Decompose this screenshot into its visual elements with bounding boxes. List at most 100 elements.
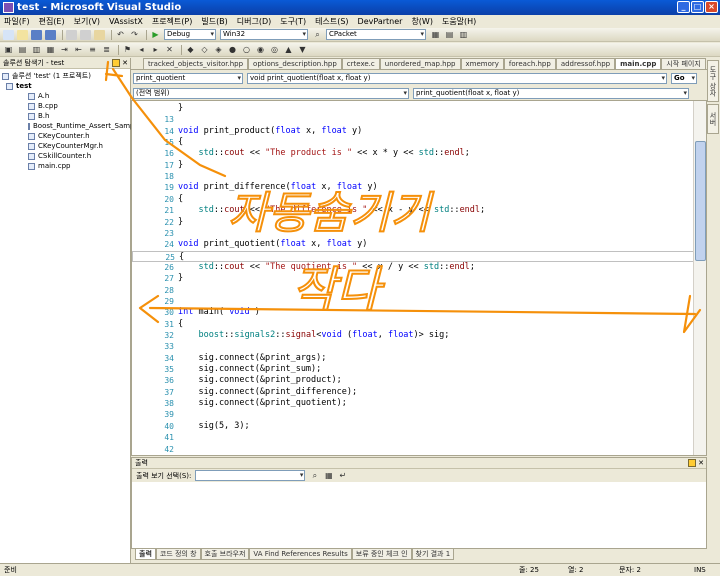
va-icon-1[interactable]: ◆ xyxy=(185,45,196,55)
maximize-button[interactable]: □ xyxy=(691,1,704,13)
save-all-icon[interactable] xyxy=(45,29,56,40)
scrollbar-thumb[interactable] xyxy=(695,141,706,261)
doc-tab[interactable]: xmemory xyxy=(460,58,504,69)
output-wrap-icon[interactable]: ↵ xyxy=(337,471,348,481)
output-pin-icon[interactable] xyxy=(688,459,697,467)
bottom-tab-find-references[interactable]: VA Find References Results xyxy=(249,549,352,560)
code-line[interactable]: 24 void print_quotient(float x, float y) xyxy=(132,239,694,250)
code-line[interactable]: 23 xyxy=(132,228,694,239)
scope-member-combo[interactable]: print_quotient(float x, float y) xyxy=(413,87,689,99)
tree-item-file[interactable]: Boost_Runtime_Assert_Sample xyxy=(0,121,141,131)
tree-item-file[interactable]: A.h xyxy=(0,91,130,101)
tree-item-file[interactable]: B.cpp xyxy=(0,101,130,111)
menu-project[interactable]: 프로젝트(P) xyxy=(152,16,193,27)
doc-tab[interactable]: 시작 페이지 xyxy=(661,58,706,69)
menu-window[interactable]: 창(W) xyxy=(411,16,433,27)
menu-view[interactable]: 보기(V) xyxy=(74,16,100,27)
code-text[interactable]: void print_product(float x, float y) xyxy=(178,126,362,137)
code-text[interactable]: sig.connect(&print_sum); xyxy=(178,364,321,375)
find-combo[interactable]: CPacket xyxy=(326,29,426,40)
open-file-icon[interactable] xyxy=(17,29,28,40)
menu-debug[interactable]: 디버그(D) xyxy=(237,16,271,27)
toolbar-icon-1[interactable]: ▣ xyxy=(3,45,14,55)
code-text[interactable]: { xyxy=(178,137,183,148)
code-text[interactable]: std::cout << "The product is " << x * y … xyxy=(178,148,469,159)
menu-build[interactable]: 빌드(B) xyxy=(201,16,227,27)
code-line[interactable]: 37 sig.connect(&print_difference); xyxy=(132,387,694,398)
code-line[interactable]: 22} xyxy=(132,217,694,228)
minimize-button[interactable]: _ xyxy=(677,1,690,13)
member-combo[interactable]: print_quotient xyxy=(133,72,243,84)
redo-icon[interactable]: ↷ xyxy=(129,30,140,40)
go-button[interactable]: Go xyxy=(671,72,697,84)
auto-hide-pin-icon[interactable] xyxy=(112,59,121,67)
menu-devpartner[interactable]: DevPartner xyxy=(358,17,403,26)
output-source-combo[interactable] xyxy=(195,470,306,481)
bottom-tab-pending-checkins[interactable]: 보류 중인 체크 인 xyxy=(351,549,412,560)
code-text[interactable]: sig.connect(&print_difference); xyxy=(178,387,357,398)
paste-icon[interactable] xyxy=(94,29,105,40)
toolbar-icon-4[interactable]: ▦ xyxy=(45,45,56,55)
find-in-files-icon[interactable]: ⌕ xyxy=(312,30,323,40)
code-text[interactable]: { xyxy=(179,252,184,263)
code-line[interactable]: 39 xyxy=(132,409,694,420)
va-icon-9[interactable]: ▼ xyxy=(297,45,308,55)
code-line[interactable]: 28 xyxy=(132,285,694,296)
prev-bookmark-icon[interactable]: ◂ xyxy=(136,45,147,55)
tree-item-file[interactable]: main.cpp xyxy=(0,161,130,171)
menu-test[interactable]: 테스트(S) xyxy=(315,16,348,27)
code-line[interactable]: 38 sig.connect(&print_quotient); xyxy=(132,398,694,409)
code-line[interactable]: 32 boost::signals2::signal<void (float, … xyxy=(132,330,694,341)
code-text[interactable]: boost::signals2::signal<void (float, flo… xyxy=(178,330,449,341)
code-line[interactable]: 29 xyxy=(132,296,694,307)
code-text[interactable]: std::cout << "The quotient is " << x / y… xyxy=(178,262,474,273)
menu-help[interactable]: 도움말(H) xyxy=(442,16,476,27)
code-line[interactable]: 25 { xyxy=(132,250,694,263)
code-text[interactable]: } xyxy=(178,273,183,284)
va-icon-2[interactable]: ◇ xyxy=(199,45,210,55)
start-debug-icon[interactable]: ▶ xyxy=(150,30,161,40)
code-line[interactable]: } xyxy=(132,103,694,114)
doc-tab[interactable]: options_description.hpp xyxy=(248,58,342,69)
va-icon-6[interactable]: ◉ xyxy=(255,45,266,55)
next-bookmark-icon[interactable]: ▸ xyxy=(150,45,161,55)
code-line[interactable]: 27} xyxy=(132,273,694,284)
code-text[interactable]: { xyxy=(178,319,183,330)
tree-item-file[interactable]: B.h xyxy=(0,111,130,121)
new-project-icon[interactable] xyxy=(3,29,14,40)
va-icon-8[interactable]: ▲ xyxy=(283,45,294,55)
va-icon-3[interactable]: ◈ xyxy=(213,45,224,55)
menu-edit[interactable]: 편집(E) xyxy=(39,16,65,27)
undo-icon[interactable]: ↶ xyxy=(115,30,126,40)
doc-tab-active[interactable]: main.cpp xyxy=(615,58,662,69)
scope-combo[interactable]: (전역 범위) xyxy=(133,87,409,99)
output-find-icon[interactable]: ⌕ xyxy=(309,471,320,481)
doc-tab[interactable]: crtexe.c xyxy=(341,58,380,69)
config-combo[interactable]: Debug xyxy=(164,29,216,40)
tree-item-solution[interactable]: 솔루션 'test' (1 프로젝트) xyxy=(0,71,130,81)
code-text[interactable]: sig.connect(&print_product); xyxy=(178,375,341,386)
code-text[interactable]: int main( void ) xyxy=(178,307,260,318)
code-text[interactable]: { xyxy=(178,194,183,205)
solution-explorer-icon[interactable]: ▦ xyxy=(430,30,441,40)
uncomment-icon[interactable]: ≣ xyxy=(101,45,112,55)
code-line[interactable]: 42 xyxy=(132,444,694,455)
code-line[interactable]: 15 { xyxy=(132,137,694,148)
code-line[interactable]: 41 xyxy=(132,432,694,443)
toolbox-icon[interactable]: ▥ xyxy=(458,30,469,40)
comment-icon[interactable]: ≡ xyxy=(87,45,98,55)
side-tab-toolbox[interactable]: 도구 상자 xyxy=(707,60,719,102)
code-text[interactable]: } xyxy=(178,160,183,171)
code-text[interactable]: void print_quotient(float x, float y) xyxy=(178,239,367,250)
doc-tab[interactable]: addressof.hpp xyxy=(555,58,616,69)
code-text[interactable]: sig(5, 3); xyxy=(178,421,249,432)
code-line[interactable]: 14 void print_product(float x, float y) xyxy=(132,126,694,137)
code-line[interactable]: 13 xyxy=(132,114,694,125)
code-text[interactable]: std::cout << "The difference is " << x -… xyxy=(178,205,485,216)
function-combo[interactable]: void print_quotient(float x, float y) xyxy=(247,72,667,84)
output-close-icon[interactable]: ✕ xyxy=(698,459,704,467)
code-line[interactable]: 17} xyxy=(132,160,694,171)
code-line[interactable]: 21 std::cout << "The difference is " << … xyxy=(132,205,694,216)
panel-close-icon[interactable]: ✕ xyxy=(122,59,128,67)
bottom-tab-call-browser[interactable]: 호출 브라우저 xyxy=(200,549,250,560)
